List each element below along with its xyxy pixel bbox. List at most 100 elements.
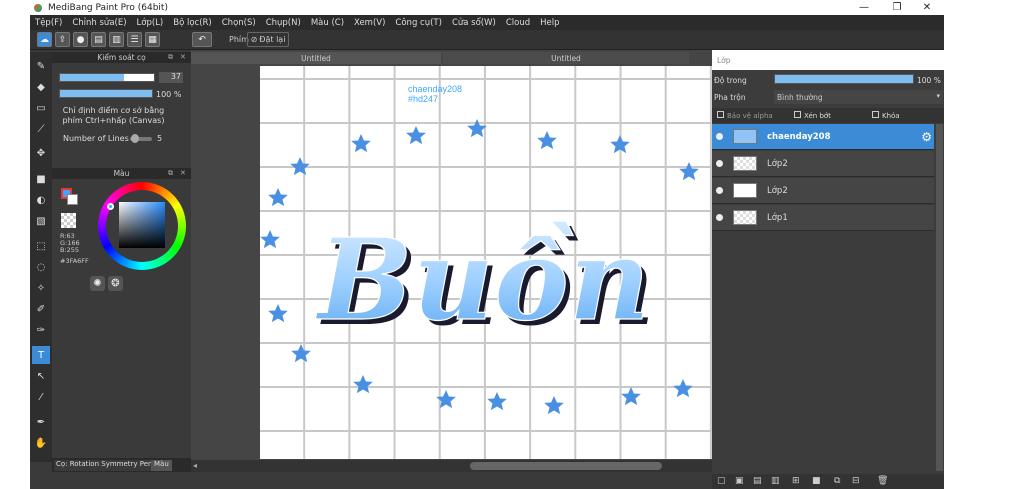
star-icon <box>353 375 373 394</box>
maximize-button[interactable]: ❐ <box>882 0 912 15</box>
eyedropper-tool-icon[interactable]: ⁄ <box>32 388 50 406</box>
layer-thumbnail <box>733 156 757 171</box>
tab-brush[interactable]: Cọ: Rotation Symmetry Pen <box>54 460 155 471</box>
lock-checkbox[interactable]: Khóa <box>872 111 900 120</box>
lines-slider-knob-icon[interactable] <box>131 134 139 143</box>
layer-panel-title: Lớp <box>717 56 731 65</box>
bucket-tool-icon[interactable]: ◐ <box>32 191 50 209</box>
star-icon <box>610 135 630 154</box>
menu-filter[interactable]: Bộ lọc(R) <box>173 18 212 28</box>
menu-file[interactable]: Tệp(F) <box>35 18 62 28</box>
select-tool-icon[interactable]: ⬚ <box>32 237 50 255</box>
new-halftone-layer-icon[interactable]: ▣ <box>735 476 744 486</box>
folder-icon[interactable]: ■ <box>812 476 821 486</box>
brush-tool-icon[interactable]: ✎ <box>32 57 50 75</box>
star-icon <box>260 230 280 249</box>
layer-row[interactable]: Lớp1 <box>712 205 934 231</box>
menu-color[interactable]: Màu (C) <box>311 18 344 28</box>
scroll-left-icon[interactable]: ◂ <box>193 461 197 470</box>
color-b-value: B:255 <box>60 246 80 254</box>
merge-layer-icon[interactable]: ⊟ <box>852 476 860 486</box>
pen-tool-icon[interactable]: ✒ <box>32 413 50 431</box>
close-panel-icon[interactable]: ✕ <box>180 53 186 61</box>
layer-list-scrollbar[interactable] <box>936 124 943 471</box>
cloud-icon[interactable]: ☁ <box>37 32 52 47</box>
blend-mode-select[interactable]: Bình thường ▾ <box>774 90 943 104</box>
background-color-swatch[interactable] <box>67 194 78 205</box>
popout-icon[interactable]: ⧉ <box>168 169 173 178</box>
canvas-paper[interactable]: chaenday208 #hd247 Buồn Buồn <box>260 66 712 459</box>
layer-name: Lớp2 <box>767 158 788 169</box>
tab-color[interactable]: Màu <box>151 460 172 471</box>
magic-wand-icon[interactable]: ✧ <box>32 279 50 297</box>
lasso-tool-icon[interactable]: ◌ <box>32 258 50 276</box>
menu-help[interactable]: Help <box>540 18 559 28</box>
color-picker-marker[interactable] <box>107 203 114 210</box>
clipping-label: Xén bớt <box>804 112 831 120</box>
checkbox-icon <box>872 111 879 118</box>
fill-rect-tool-icon[interactable]: ■ <box>32 170 50 188</box>
reset-button[interactable]: ⊘ Đặt lại <box>247 32 289 47</box>
scroll-thumb[interactable] <box>470 462 662 470</box>
new-8bit-layer-icon[interactable]: ▤ <box>753 476 762 486</box>
eraser-tool-icon[interactable]: ◆ <box>32 78 50 96</box>
close-panel-icon[interactable]: ✕ <box>180 169 186 177</box>
popout-icon[interactable]: ⧉ <box>168 53 173 62</box>
menu-tools[interactable]: Công cụ(T) <box>395 18 442 28</box>
brush-opacity-slider[interactable] <box>59 89 153 98</box>
menu-edit[interactable]: Chỉnh sửa(E) <box>72 18 126 28</box>
key-label: Phím <box>229 35 249 44</box>
minimize-button[interactable]: — <box>849 0 879 15</box>
eye-icon[interactable] <box>716 133 723 140</box>
menu-layer[interactable]: Lớp(L) <box>137 18 164 28</box>
saturation-value-square[interactable] <box>119 202 165 248</box>
brush-size-slider[interactable] <box>59 73 155 82</box>
duplicate-layer-icon[interactable]: ⧉ <box>834 476 840 486</box>
eye-icon[interactable] <box>716 187 723 194</box>
hand-tool-icon[interactable]: ✋ <box>32 434 50 452</box>
brush-hint-text: Chỉ định điểm cơ sở bằng phím Ctrl+nhấp … <box>62 106 165 125</box>
layer-row[interactable]: Lớp2 <box>712 178 934 204</box>
comment-icon[interactable]: ● <box>73 32 88 47</box>
gradient-tool-icon[interactable]: ▧ <box>32 212 50 230</box>
color-palette-icon[interactable]: ✺ <box>90 276 105 291</box>
clipping-checkbox[interactable]: Xén bớt <box>794 111 831 120</box>
transparent-color-swatch[interactable] <box>61 213 76 228</box>
menu-snap[interactable]: Chụp(N) <box>266 18 301 28</box>
dot-tool-icon[interactable]: ⟋ <box>32 120 50 138</box>
doc-tab-1[interactable]: Untitled <box>191 52 441 64</box>
close-button[interactable]: ✕ <box>912 0 942 15</box>
message-icon[interactable]: ▤ <box>91 32 106 47</box>
trash-icon[interactable]: 🗑 <box>877 476 888 486</box>
undo-icon[interactable]: ↶ <box>192 32 212 47</box>
operation-tool-icon[interactable]: ↖ <box>32 367 50 385</box>
eye-icon[interactable] <box>716 160 723 167</box>
layer-opacity-slider[interactable] <box>774 74 914 84</box>
protect-alpha-checkbox[interactable]: Bảo vệ alpha <box>717 111 773 120</box>
gear-icon[interactable]: ⚙ <box>921 130 932 144</box>
doc-tab-2[interactable]: Untitled <box>443 52 689 64</box>
grid-icon[interactable]: ▦ <box>145 32 160 47</box>
menu-view[interactable]: Xem(V) <box>354 18 385 28</box>
menu-window[interactable]: Cửa sổ(W) <box>452 18 496 28</box>
layer-row[interactable]: chaenday208 ⚙ <box>712 124 934 150</box>
brush-size-value[interactable]: 37 <box>159 72 183 83</box>
add-layer-menu-icon[interactable]: ⊞ <box>792 476 800 486</box>
color-settings-icon[interactable]: ❂ <box>108 276 123 291</box>
text-tool-icon[interactable]: T <box>32 346 50 364</box>
layer-row[interactable]: Lớp2 <box>712 151 934 177</box>
new-layer-icon[interactable]: ▢ <box>717 476 726 486</box>
move-tool-icon[interactable]: ✥ <box>32 144 50 162</box>
upload-icon[interactable]: ⇪ <box>55 32 70 47</box>
select-eraser-icon[interactable]: ✑ <box>32 321 50 339</box>
rectangle-tool-icon[interactable]: ▭ <box>32 99 50 117</box>
new-1bit-layer-icon[interactable]: ▥ <box>771 476 780 486</box>
menu-select[interactable]: Chọn(S) <box>222 18 256 28</box>
eye-icon[interactable] <box>716 214 723 221</box>
menu-cloud[interactable]: Cloud <box>506 18 530 28</box>
list-icon[interactable]: ☰ <box>127 32 142 47</box>
canvas-horizontal-scrollbar[interactable]: ◂ <box>191 460 712 472</box>
color-hex-value: #3FA6FF <box>60 257 89 265</box>
document-icon[interactable]: ▥ <box>109 32 124 47</box>
select-pen-icon[interactable]: ✐ <box>32 300 50 318</box>
